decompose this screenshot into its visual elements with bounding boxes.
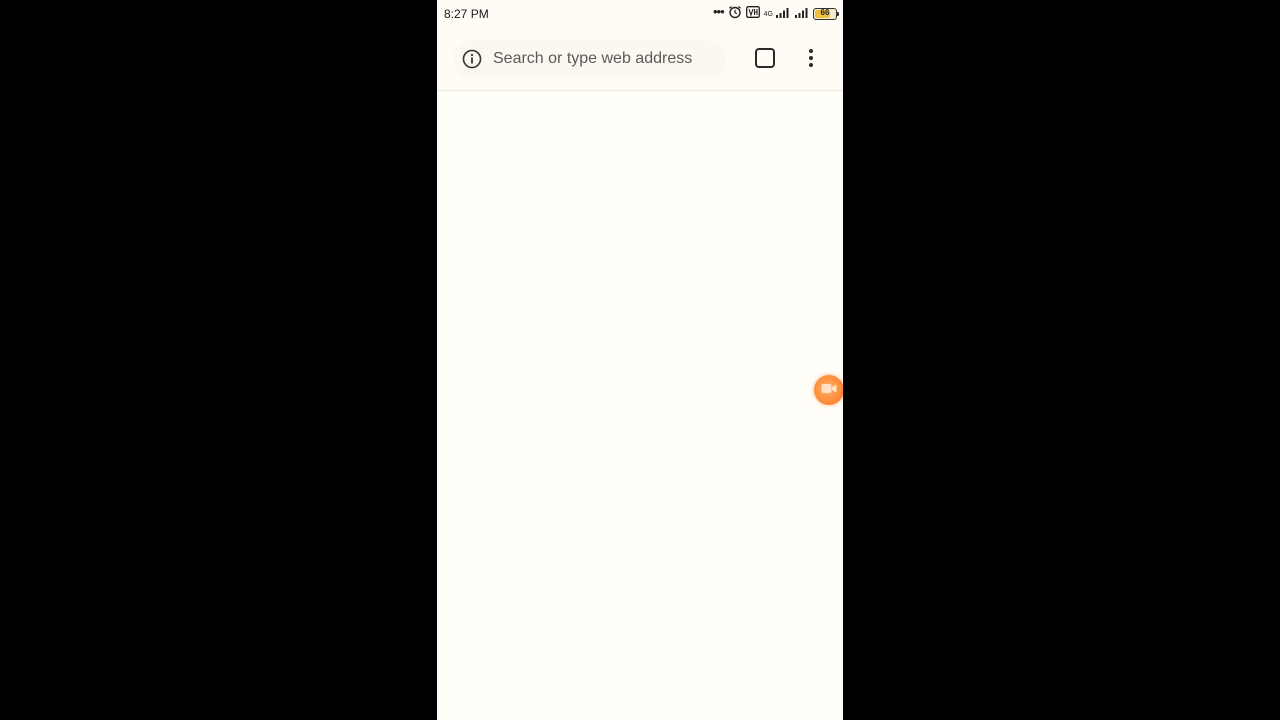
info-icon[interactable]: [462, 49, 482, 69]
signal-icon: [794, 5, 809, 23]
page-content: [437, 91, 843, 720]
menu-dot: [809, 56, 813, 60]
omnibox[interactable]: [453, 40, 727, 78]
network-type-label: 4G: [763, 10, 773, 18]
status-bar: 8:27 PM ••• 4G 66: [437, 0, 843, 28]
menu-dot: [809, 49, 813, 53]
tab-switcher-icon[interactable]: [755, 48, 775, 68]
menu-dot: [809, 63, 813, 67]
video-camera-icon: [821, 381, 837, 399]
screen-recorder-bubble[interactable]: [814, 375, 843, 405]
status-icons: ••• 4G 66: [713, 4, 839, 24]
search-input[interactable]: [493, 50, 723, 68]
battery-icon: 66: [813, 8, 839, 20]
signal-4g-icon: [775, 5, 790, 23]
battery-cap: [837, 12, 839, 16]
browser-toolbar: [437, 28, 843, 91]
phone-screen: 8:27 PM ••• 4G 66 Search or type web add…: [437, 0, 843, 720]
alarm-icon: [728, 5, 742, 24]
volte-icon: [745, 5, 760, 23]
more-vert-icon[interactable]: [801, 46, 821, 70]
more-notifications-icon: •••: [713, 4, 725, 19]
status-time: 8:27 PM: [444, 7, 489, 21]
battery-level: 66: [820, 8, 830, 17]
